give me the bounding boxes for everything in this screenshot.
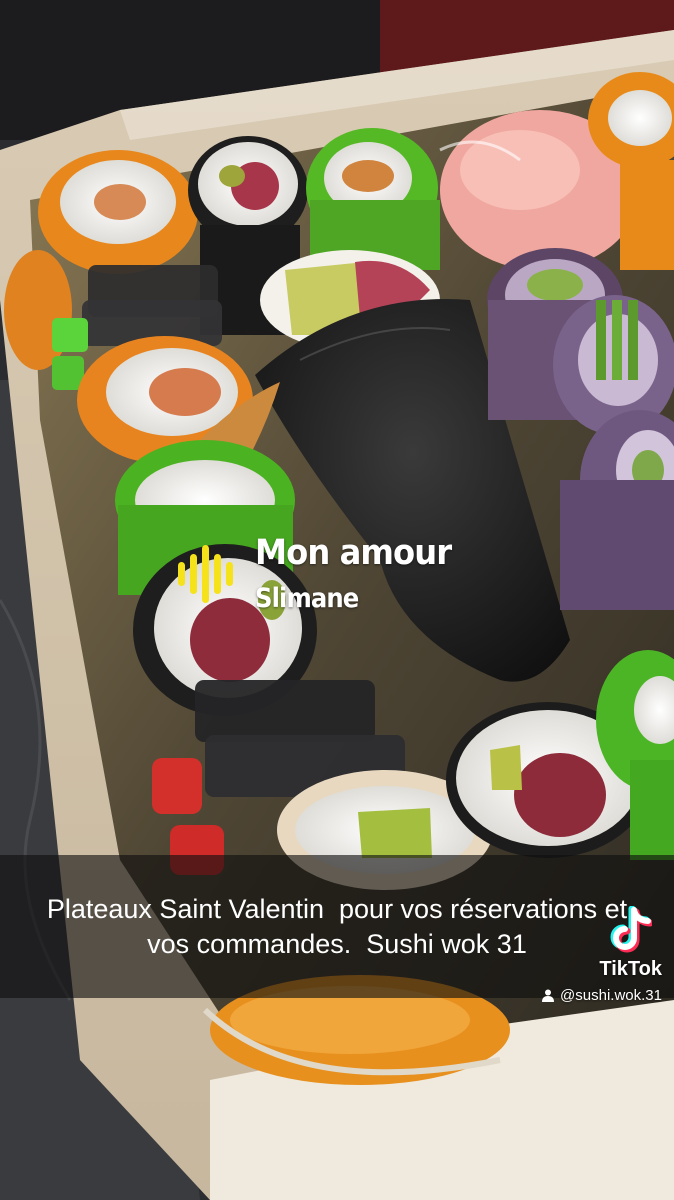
music-bars-icon (178, 545, 233, 603)
tiktok-logo-icon (610, 906, 652, 953)
music-sticker[interactable]: Mon amour Slimane (178, 536, 468, 612)
user-icon (542, 989, 555, 1002)
tiktok-brand: TikTok (599, 958, 662, 980)
song-artist: Slimane (255, 583, 359, 614)
tiktok-handle[interactable]: @sushi.wok.31 (560, 987, 662, 1004)
song-title: Mon amour (255, 533, 452, 573)
tiktok-watermark: TikTok @sushi.wok.31 (542, 906, 662, 1004)
